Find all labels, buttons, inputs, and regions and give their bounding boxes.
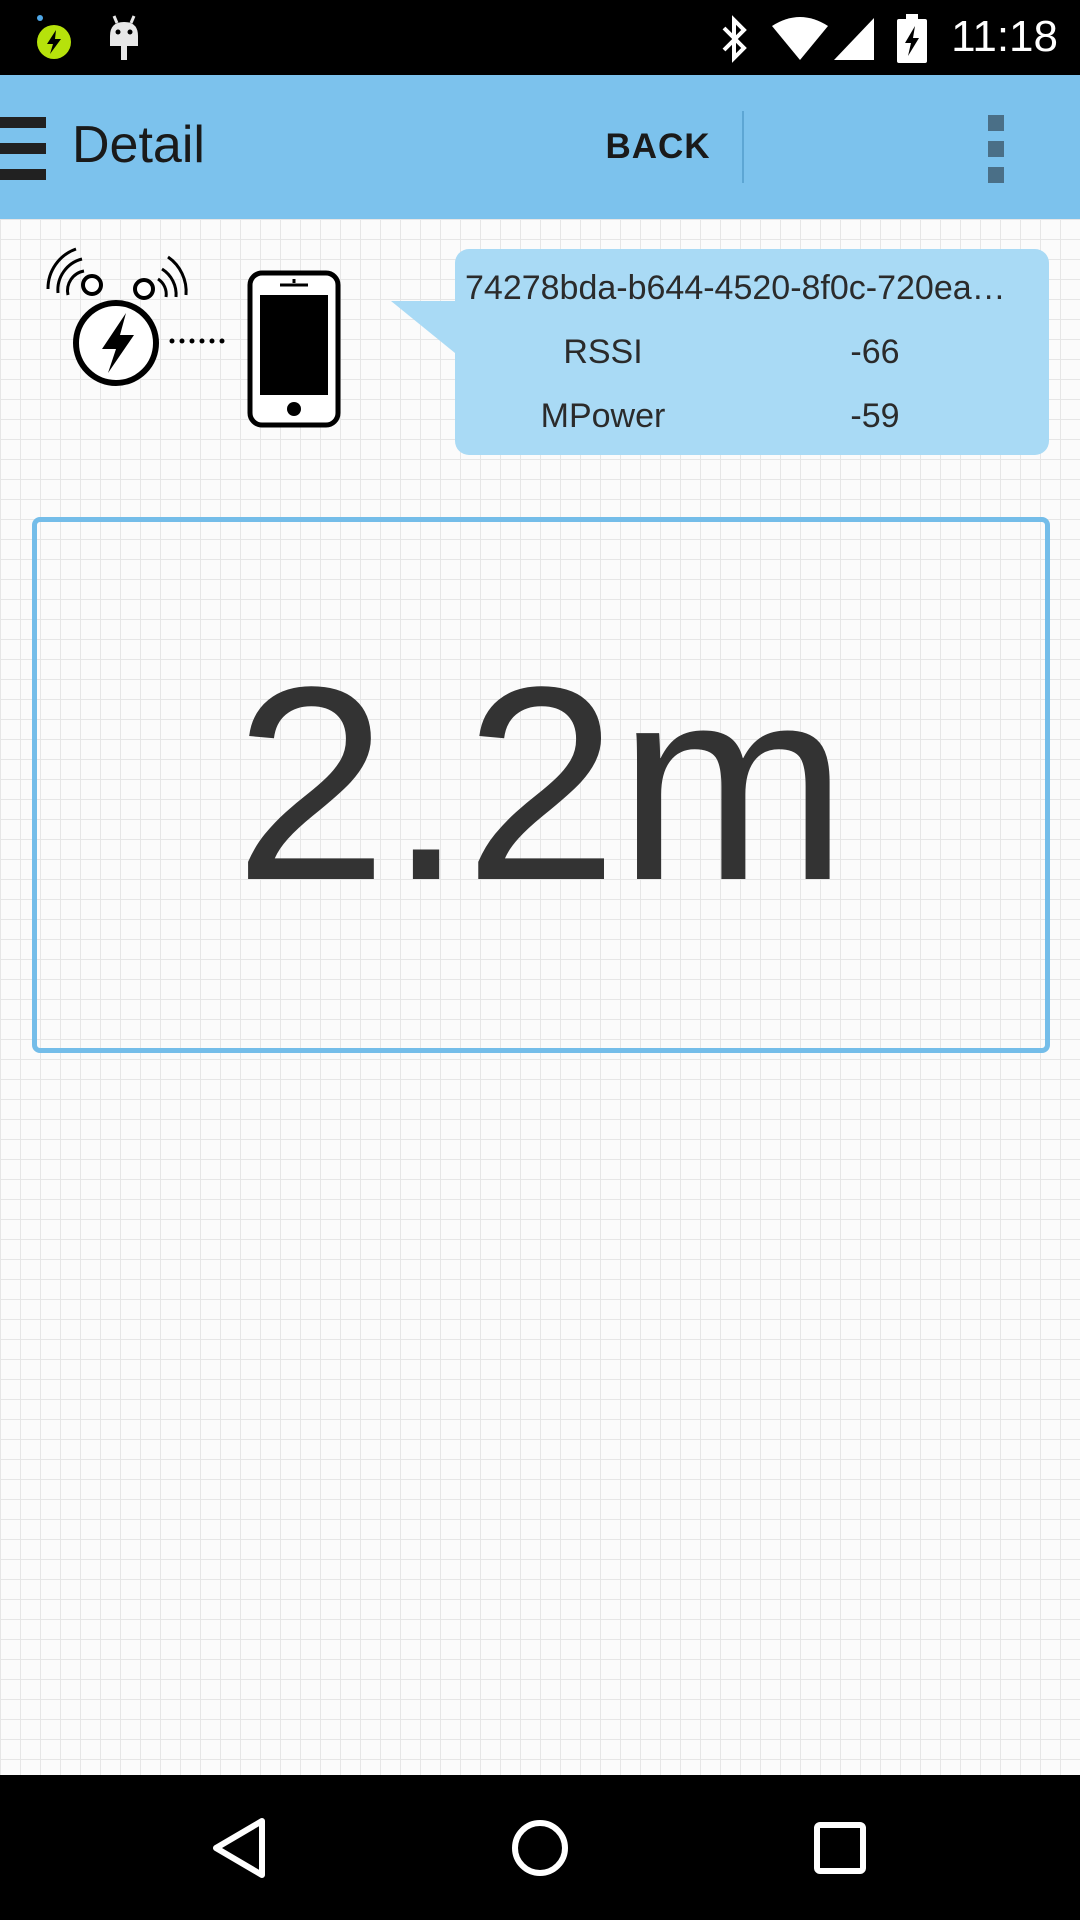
mpower-label: MPower (540, 397, 666, 435)
action-divider (742, 111, 744, 183)
overflow-menu-icon[interactable] (982, 115, 1010, 185)
beacon-info-bubble: 74278bda-b644-4520-8f0c-720ea… RSSI -66 … (391, 249, 1049, 455)
android-notification-icon (106, 14, 142, 69)
beacon-to-phone-icon (40, 245, 360, 435)
status-bar: 11:18 (0, 0, 1080, 75)
page-title: Detail (72, 116, 205, 174)
home-circle-icon[interactable] (503, 1811, 577, 1885)
status-time: 11:18 (951, 12, 1058, 61)
app-bar: Detail BACK (0, 75, 1080, 225)
mpower-value: -59 (850, 397, 900, 435)
signal-icon (832, 14, 876, 69)
distance-value: 2.2m (234, 630, 848, 938)
wifi-icon (770, 14, 830, 69)
rssi-row: RSSI -66 (455, 333, 1049, 381)
distance-panel: 2.2m (32, 517, 1050, 1053)
bluetooth-icon (718, 14, 752, 69)
back-button[interactable]: BACK (588, 115, 728, 179)
hamburger-menu-icon[interactable] (0, 117, 46, 181)
back-triangle-icon[interactable] (204, 1811, 278, 1885)
beacon-uuid: 74278bda-b644-4520-8f0c-720ea… (465, 269, 1006, 307)
rssi-value: -66 (850, 333, 900, 371)
battery-charging-icon (896, 14, 928, 69)
recents-square-icon[interactable] (803, 1811, 877, 1885)
rssi-label: RSSI (563, 333, 643, 371)
mpower-row: MPower -59 (455, 397, 1049, 445)
system-nav-bar (0, 1775, 1080, 1920)
power-charge-notification-icon (34, 14, 74, 69)
detail-content: 74278bda-b644-4520-8f0c-720ea… RSSI -66 … (0, 219, 1080, 1775)
